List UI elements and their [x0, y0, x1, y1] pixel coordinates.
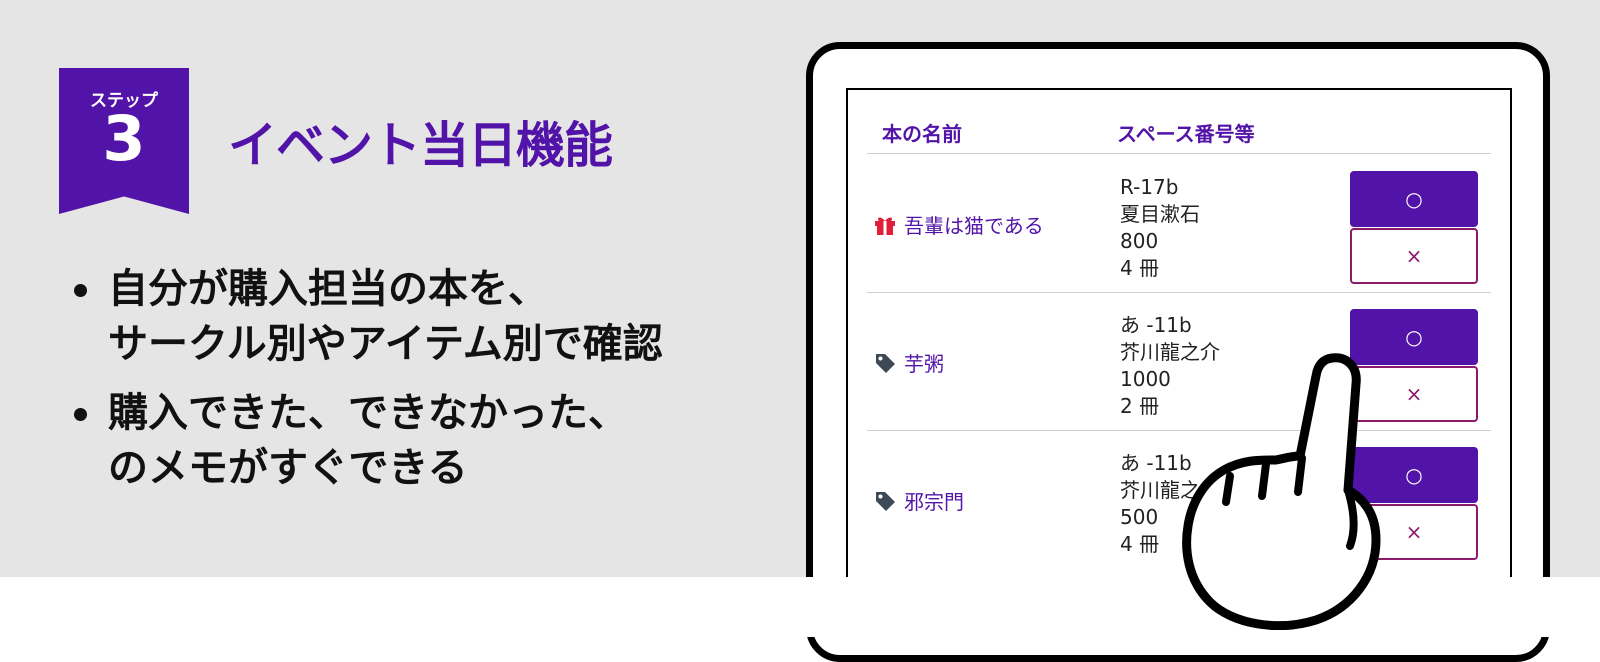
book-name[interactable]: 邪宗門 — [874, 486, 964, 515]
purchased-button[interactable]: ○ — [1350, 171, 1478, 227]
column-header-book: 本の名前 — [882, 122, 962, 146]
book-title: 芋粥 — [904, 352, 944, 376]
bullet-dot — [74, 408, 87, 421]
book-title: 吾輩は猫である — [904, 214, 1044, 238]
divider — [867, 153, 1491, 154]
step-number: 3 — [102, 102, 146, 175]
not-purchased-button[interactable]: × — [1350, 228, 1478, 284]
step-badge: ステップ 3 — [59, 68, 189, 214]
quantity: 4 冊 — [1120, 256, 1160, 280]
space-number: あ -11b — [1120, 313, 1192, 337]
book-name[interactable]: 吾輩は猫である — [874, 210, 1044, 239]
tag-icon — [874, 352, 896, 374]
feature-text: サークル別やアイテム別で確認 — [108, 321, 663, 367]
table-row: 吾輩は猫である R-17b 夏目漱石 800 4 冊 ○ × — [848, 160, 1510, 300]
space-details: R-17b 夏目漱石 800 4 冊 — [1120, 174, 1200, 282]
divider — [867, 292, 1491, 293]
feature-item: 自分が購入担当の本を、 サークル別やアイテム別で確認 — [72, 262, 663, 372]
space-number: R-17b — [1120, 175, 1179, 199]
bullet-dot — [74, 284, 87, 297]
feature-text: のメモがすぐできる — [108, 445, 468, 491]
book-name[interactable]: 芋粥 — [874, 348, 944, 377]
author-name: 夏目漱石 — [1120, 202, 1200, 226]
divider — [867, 430, 1491, 431]
tag-icon — [874, 490, 896, 512]
gift-icon — [874, 215, 896, 235]
table-row: 芋粥 あ -11b 芥川龍之介 1000 2 冊 ○ × — [848, 298, 1510, 438]
column-header-space: スペース番号等 — [1117, 122, 1255, 146]
table-header: 本の名前 スペース番号等 — [848, 90, 1510, 160]
tablet-screen: 本の名前 スペース番号等 吾輩は猫である R-17b 夏目漱石 800 4 冊 … — [846, 88, 1512, 588]
table-row: 邪宗門 あ -11b 芥川龍之 500 4 冊 ○ × — [848, 436, 1510, 576]
price: 800 — [1120, 229, 1159, 253]
pointing-hand-icon — [1182, 353, 1381, 630]
page-title: イベント当日機能 — [228, 117, 613, 174]
feature-text: 購入できた、できなかった、 — [108, 390, 628, 436]
feature-text: 自分が購入担当の本を、 — [108, 266, 548, 312]
feature-item: 購入できた、できなかった、 のメモがすぐできる — [72, 386, 663, 496]
book-title: 邪宗門 — [904, 490, 964, 514]
feature-list: 自分が購入担当の本を、 サークル別やアイテム別で確認 購入できた、できなかった、… — [72, 262, 663, 510]
